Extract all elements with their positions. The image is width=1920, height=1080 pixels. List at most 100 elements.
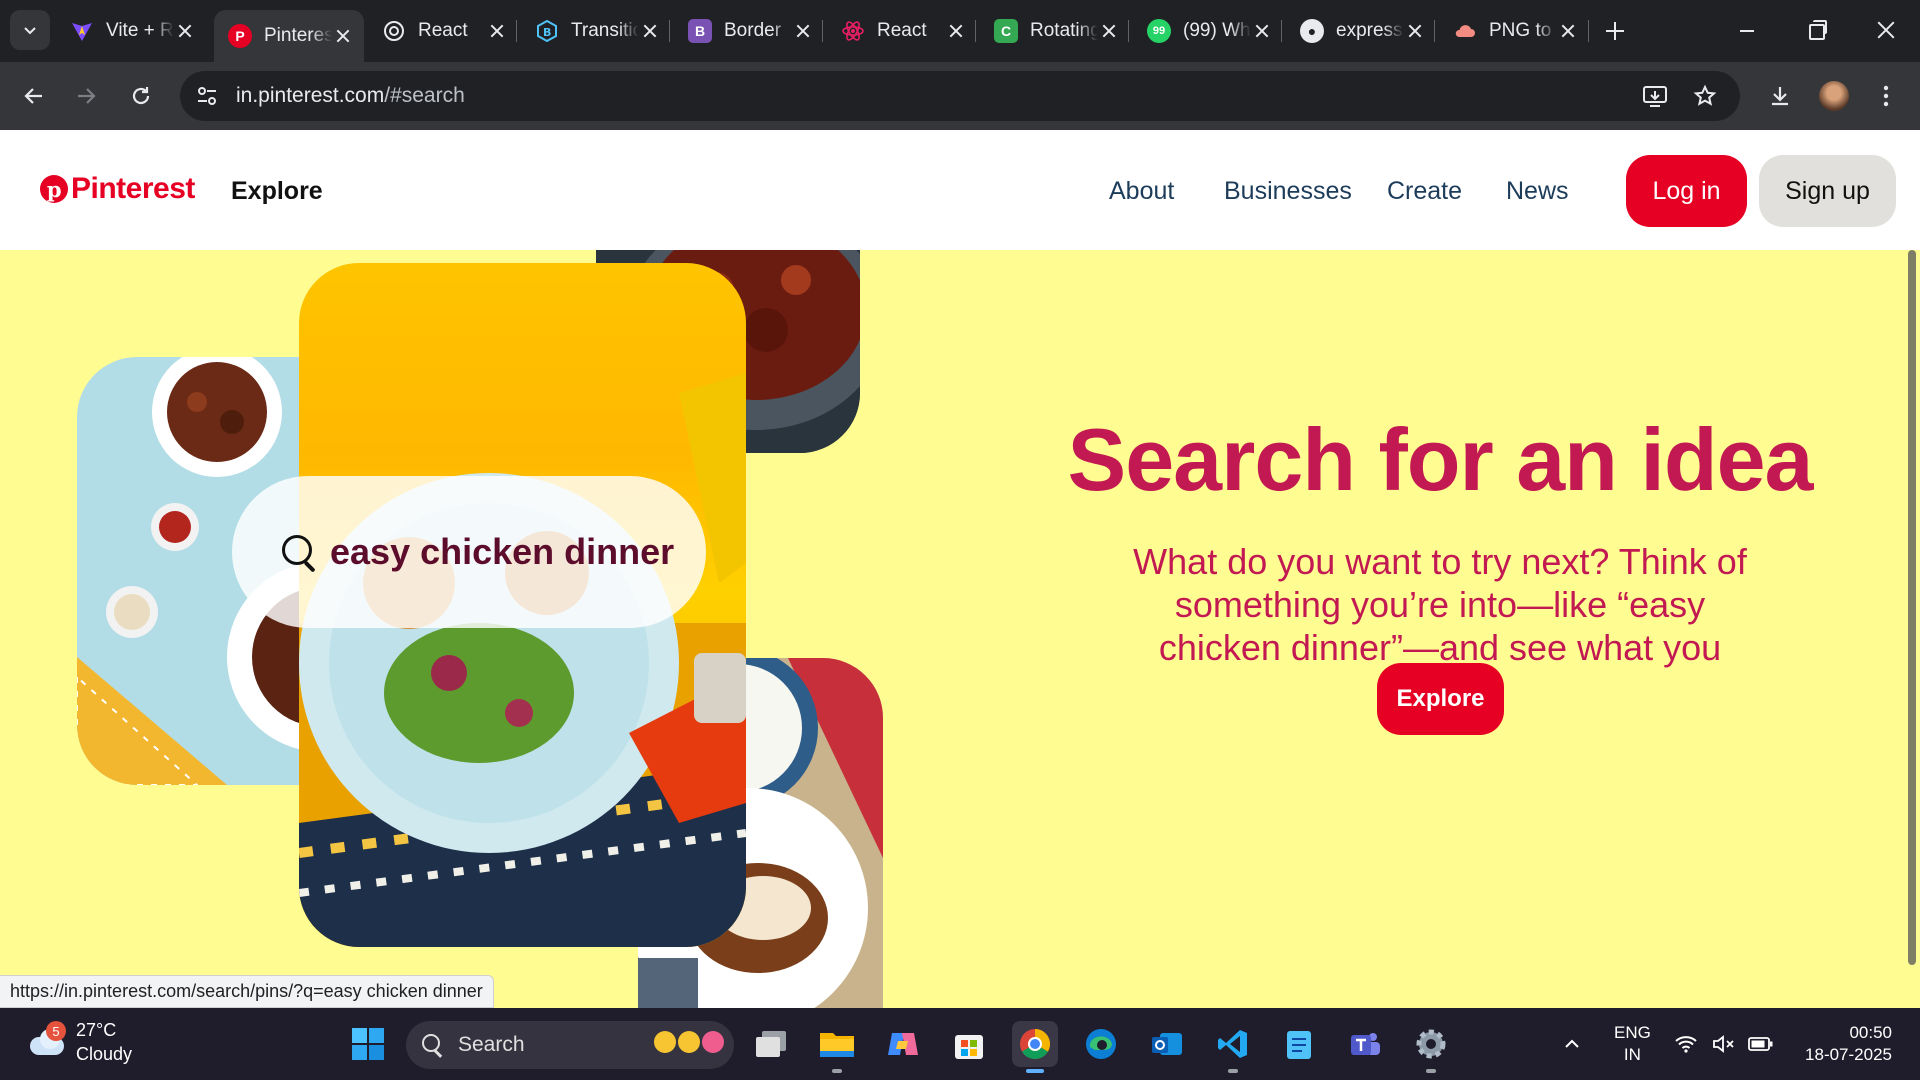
arrow-right-icon bbox=[78, 88, 96, 104]
tab-close-icon[interactable] bbox=[639, 20, 661, 42]
store-button[interactable] bbox=[946, 1021, 992, 1067]
task-view-button[interactable] bbox=[748, 1021, 794, 1067]
clock-time: 00:50 bbox=[1849, 1023, 1892, 1042]
hero-explore-button[interactable]: Explore bbox=[1377, 663, 1504, 735]
vite-icon bbox=[70, 19, 94, 43]
tab-react-chatgpt[interactable]: React bbox=[368, 10, 518, 52]
show-hidden-icons-button[interactable] bbox=[1562, 1008, 1582, 1080]
tab-png[interactable]: PNG to bbox=[1439, 10, 1589, 52]
chevron-down-icon bbox=[24, 27, 36, 35]
tab-border[interactable]: B Border bbox=[674, 10, 824, 52]
login-button[interactable]: Log in bbox=[1626, 155, 1747, 227]
tab-title: React bbox=[418, 20, 468, 41]
teams-icon bbox=[1351, 1033, 1380, 1055]
tab-close-icon[interactable] bbox=[1557, 20, 1579, 42]
forward-button[interactable] bbox=[66, 76, 106, 116]
edge-button[interactable] bbox=[1078, 1021, 1124, 1067]
notepad-button[interactable] bbox=[1276, 1021, 1322, 1067]
hero-section: easy chicken dinner Search for an idea W… bbox=[0, 250, 1920, 1008]
restore-button[interactable] bbox=[1792, 10, 1842, 50]
web-page: p Pinterest Explore About Businesses Cre… bbox=[0, 130, 1920, 1008]
taskbar-search[interactable]: Search bbox=[406, 1021, 734, 1069]
vscode-button[interactable] bbox=[1210, 1021, 1256, 1073]
notepad-icon bbox=[1287, 1031, 1311, 1059]
nav-about[interactable]: About bbox=[1109, 177, 1174, 206]
tab-close-icon[interactable] bbox=[1404, 20, 1426, 42]
demo-search-pill[interactable]: easy chicken dinner bbox=[232, 476, 706, 628]
demo-search-query: easy chicken dinner bbox=[330, 531, 675, 572]
tab-close-icon[interactable] bbox=[1098, 20, 1120, 42]
weather-badge: 5 bbox=[46, 1021, 66, 1041]
bootstrap-hex-icon: B bbox=[535, 19, 559, 43]
site-info-icon[interactable] bbox=[192, 81, 222, 111]
whatsapp-icon: 99 bbox=[1147, 19, 1171, 43]
chrome-menu-button[interactable] bbox=[1866, 76, 1906, 116]
tab-close-icon[interactable] bbox=[332, 25, 354, 47]
tab-react[interactable]: React bbox=[827, 10, 977, 52]
nav-news[interactable]: News bbox=[1506, 177, 1569, 206]
profile-avatar[interactable] bbox=[1814, 76, 1854, 116]
weather-widget[interactable]: 5 27°C Cloudy bbox=[26, 1018, 132, 1066]
react-icon bbox=[841, 19, 865, 43]
install-app-icon[interactable] bbox=[1640, 81, 1670, 111]
language-indicator[interactable]: ENG IN bbox=[1614, 1022, 1651, 1066]
tab-close-icon[interactable] bbox=[174, 20, 196, 42]
file-explorer-button[interactable] bbox=[814, 1021, 860, 1073]
page-scrollbar[interactable] bbox=[1908, 250, 1916, 965]
tab-close-icon[interactable] bbox=[1251, 20, 1273, 42]
tab-search-button[interactable] bbox=[10, 10, 50, 50]
back-button[interactable] bbox=[14, 76, 54, 116]
outlook-button[interactable] bbox=[1144, 1021, 1190, 1067]
close-window-button[interactable] bbox=[1860, 10, 1910, 50]
address-bar[interactable]: in.pinterest.com/#search bbox=[180, 71, 1740, 121]
settings-button[interactable] bbox=[1408, 1021, 1454, 1073]
chrome-button[interactable] bbox=[1012, 1021, 1058, 1073]
battery-icon[interactable] bbox=[1748, 1008, 1774, 1080]
tab-title: PNG to bbox=[1489, 20, 1552, 41]
wifi-icon[interactable] bbox=[1674, 1008, 1698, 1080]
tab-separator bbox=[1281, 20, 1282, 42]
tab-close-icon[interactable] bbox=[486, 20, 508, 42]
chevron-up-icon bbox=[1565, 1039, 1579, 1048]
copilot-button[interactable] bbox=[880, 1021, 926, 1067]
minimize-button[interactable] bbox=[1722, 10, 1772, 50]
reload-icon bbox=[132, 87, 150, 105]
browser-tabstrip: Vite + React P Pinterest React B Transit… bbox=[0, 0, 1920, 62]
tab-transition[interactable]: B Transition bbox=[521, 10, 671, 52]
tab-github-express[interactable]: ● express bbox=[1286, 10, 1436, 52]
tab-close-icon[interactable] bbox=[945, 20, 967, 42]
more-vertical-icon bbox=[1883, 85, 1889, 107]
tab-title: express bbox=[1336, 20, 1403, 41]
tab-title: Rotating bbox=[1030, 20, 1098, 41]
tab-whatsapp[interactable]: 99 (99) WhatsApp bbox=[1133, 10, 1283, 52]
system-clock[interactable]: 00:50 18-07-2025 bbox=[1796, 1022, 1892, 1066]
bookmark-star-icon[interactable] bbox=[1690, 81, 1720, 111]
tab-rotating[interactable]: C Rotating bbox=[980, 10, 1130, 52]
signup-button[interactable]: Sign up bbox=[1759, 155, 1896, 227]
tab-title: React bbox=[877, 20, 927, 41]
tab-title: Transition bbox=[571, 20, 639, 41]
search-highlight-icon bbox=[654, 1031, 724, 1053]
volume-muted-icon[interactable] bbox=[1712, 1008, 1736, 1080]
tab-vite[interactable]: Vite + React bbox=[56, 10, 206, 52]
browser-toolbar: in.pinterest.com/#search bbox=[0, 62, 1920, 130]
tab-title: (99) WhatsApp bbox=[1183, 20, 1251, 41]
start-button[interactable] bbox=[345, 1021, 391, 1067]
pinterest-logo[interactable]: p Pinterest bbox=[40, 172, 195, 206]
teams-button[interactable] bbox=[1342, 1021, 1388, 1067]
tab-close-icon[interactable] bbox=[792, 20, 814, 42]
downloads-button[interactable] bbox=[1760, 76, 1800, 116]
nav-create[interactable]: Create bbox=[1387, 177, 1462, 206]
windows-taskbar: 5 27°C Cloudy Search ENG IN 00:50 18-07-… bbox=[0, 1008, 1920, 1080]
vscode-icon bbox=[1218, 1030, 1247, 1058]
reload-button[interactable] bbox=[121, 76, 161, 116]
cloud-icon bbox=[1453, 19, 1477, 43]
tab-pinterest[interactable]: P Pinterest bbox=[214, 10, 364, 62]
nav-businesses[interactable]: Businesses bbox=[1224, 177, 1352, 206]
download-icon bbox=[1772, 87, 1788, 106]
openai-icon bbox=[382, 19, 406, 43]
github-icon: ● bbox=[1300, 19, 1324, 43]
new-tab-button[interactable] bbox=[1598, 14, 1632, 48]
pinterest-icon: P bbox=[228, 24, 252, 48]
header-explore-link[interactable]: Explore bbox=[231, 177, 323, 206]
